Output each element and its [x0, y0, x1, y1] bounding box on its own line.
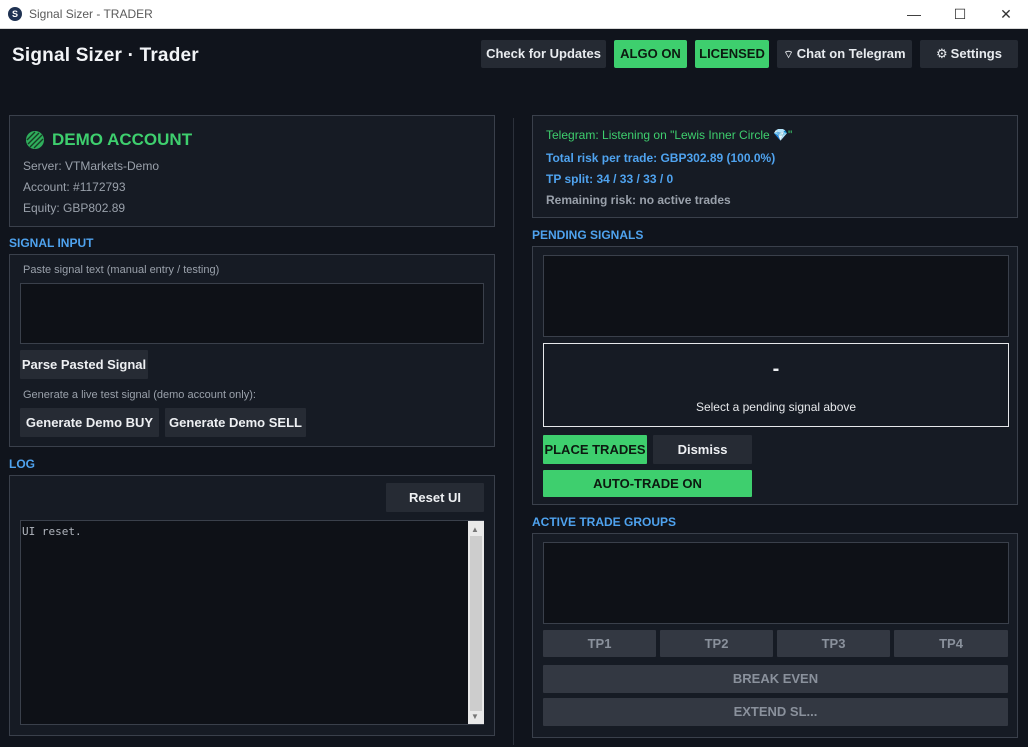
pending-signals-heading: PENDING SIGNALS — [532, 228, 644, 242]
log-output[interactable]: UI reset. ▲ ▼ — [20, 520, 484, 725]
signal-detail-box: - Select a pending signal above — [543, 343, 1009, 427]
account-panel: DEMO ACCOUNT Server: VTMarkets-Demo Acco… — [9, 115, 495, 227]
settings-button[interactable]: ⚙ Settings — [920, 40, 1018, 68]
gear-icon: ⚙ — [936, 46, 948, 61]
signal-input-heading: SIGNAL INPUT — [9, 236, 94, 250]
log-scrollbar[interactable]: ▲ ▼ — [468, 521, 484, 724]
algo-status-badge[interactable]: ALGO ON — [614, 40, 687, 68]
remaining-risk-label: Remaining risk: no active trades — [546, 193, 731, 207]
generate-signal-label: Generate a live test signal (demo accoun… — [23, 389, 256, 401]
dismiss-button[interactable]: Dismiss — [653, 435, 752, 464]
tp1-button[interactable]: TP1 — [543, 630, 656, 657]
scroll-up-icon[interactable]: ▲ — [471, 525, 479, 534]
break-even-button[interactable]: BREAK EVEN — [543, 665, 1008, 693]
place-trades-button[interactable]: PLACE TRADES — [543, 435, 647, 464]
log-heading: LOG — [9, 457, 35, 471]
equity-label: Equity: GBP802.89 — [23, 201, 126, 215]
settings-label: Settings — [950, 46, 1002, 61]
log-text: UI reset. — [22, 525, 82, 538]
app-logo-icon: S — [8, 7, 22, 21]
total-risk-label: Total risk per trade: GBP302.89 (100.0%) — [546, 151, 776, 165]
maximize-button[interactable]: ☐ — [937, 0, 983, 28]
chat-telegram-label: Chat on Telegram — [796, 46, 906, 61]
signal-textarea[interactable] — [20, 283, 484, 344]
extend-sl-button[interactable]: EXTEND SL... — [543, 698, 1008, 726]
pending-signals-list[interactable] — [543, 255, 1009, 337]
column-divider — [513, 118, 514, 745]
scroll-down-icon[interactable]: ▼ — [471, 712, 479, 721]
telegram-icon: ⌔ — [783, 49, 794, 61]
active-trades-list[interactable] — [543, 542, 1009, 624]
account-number-label: Account: #1172793 — [23, 180, 126, 194]
tp4-button[interactable]: TP4 — [894, 630, 1008, 657]
auto-trade-toggle[interactable]: AUTO-TRADE ON — [543, 470, 752, 497]
parse-signal-button[interactable]: Parse Pasted Signal — [20, 350, 148, 379]
reset-ui-button[interactable]: Reset UI — [386, 483, 484, 512]
app-title: Signal Sizer · Trader — [12, 45, 199, 66]
server-label: Server: VTMarkets-Demo — [23, 159, 160, 173]
tp2-button[interactable]: TP2 — [660, 630, 773, 657]
close-button[interactable]: ✕ — [983, 0, 1028, 28]
minimize-button[interactable]: — — [891, 0, 937, 28]
check-updates-button[interactable]: Check for Updates — [481, 40, 606, 68]
generate-demo-buy-button[interactable]: Generate Demo BUY — [20, 408, 159, 437]
signal-detail-dash: - — [772, 358, 780, 380]
window-titlebar: S Signal Sizer - TRADER — ☐ ✕ — [0, 0, 1028, 29]
signal-detail-hint: Select a pending signal above — [695, 400, 857, 414]
active-trades-heading: ACTIVE TRADE GROUPS — [532, 515, 677, 529]
chat-telegram-button[interactable]: ⌔ Chat on Telegram — [777, 40, 912, 68]
license-status-badge: LICENSED — [695, 40, 769, 68]
generate-demo-sell-button[interactable]: Generate Demo SELL — [165, 408, 306, 437]
telegram-status: Telegram: Listening on "Lewis Inner Circ… — [546, 128, 793, 142]
signal-input-panel: Paste signal text (manual entry / testin… — [9, 254, 495, 447]
scrollbar-thumb[interactable] — [470, 536, 482, 711]
active-trades-panel: TP1 TP2 TP3 TP4 BREAK EVEN EXTEND SL... — [532, 533, 1018, 738]
pending-signals-panel: - Select a pending signal above PLACE TR… — [532, 246, 1018, 505]
paste-signal-label: Paste signal text (manual entry / testin… — [23, 264, 220, 276]
log-panel: Reset UI UI reset. ▲ ▼ — [9, 475, 495, 736]
account-status-icon — [26, 131, 44, 149]
tp-split-label: TP split: 34 / 33 / 33 / 0 — [546, 172, 674, 186]
tp3-button[interactable]: TP3 — [777, 630, 890, 657]
account-type-label: DEMO ACCOUNT — [52, 130, 193, 149]
window-title: Signal Sizer - TRADER — [29, 7, 153, 21]
status-panel: Telegram: Listening on "Lewis Inner Circ… — [532, 115, 1018, 218]
